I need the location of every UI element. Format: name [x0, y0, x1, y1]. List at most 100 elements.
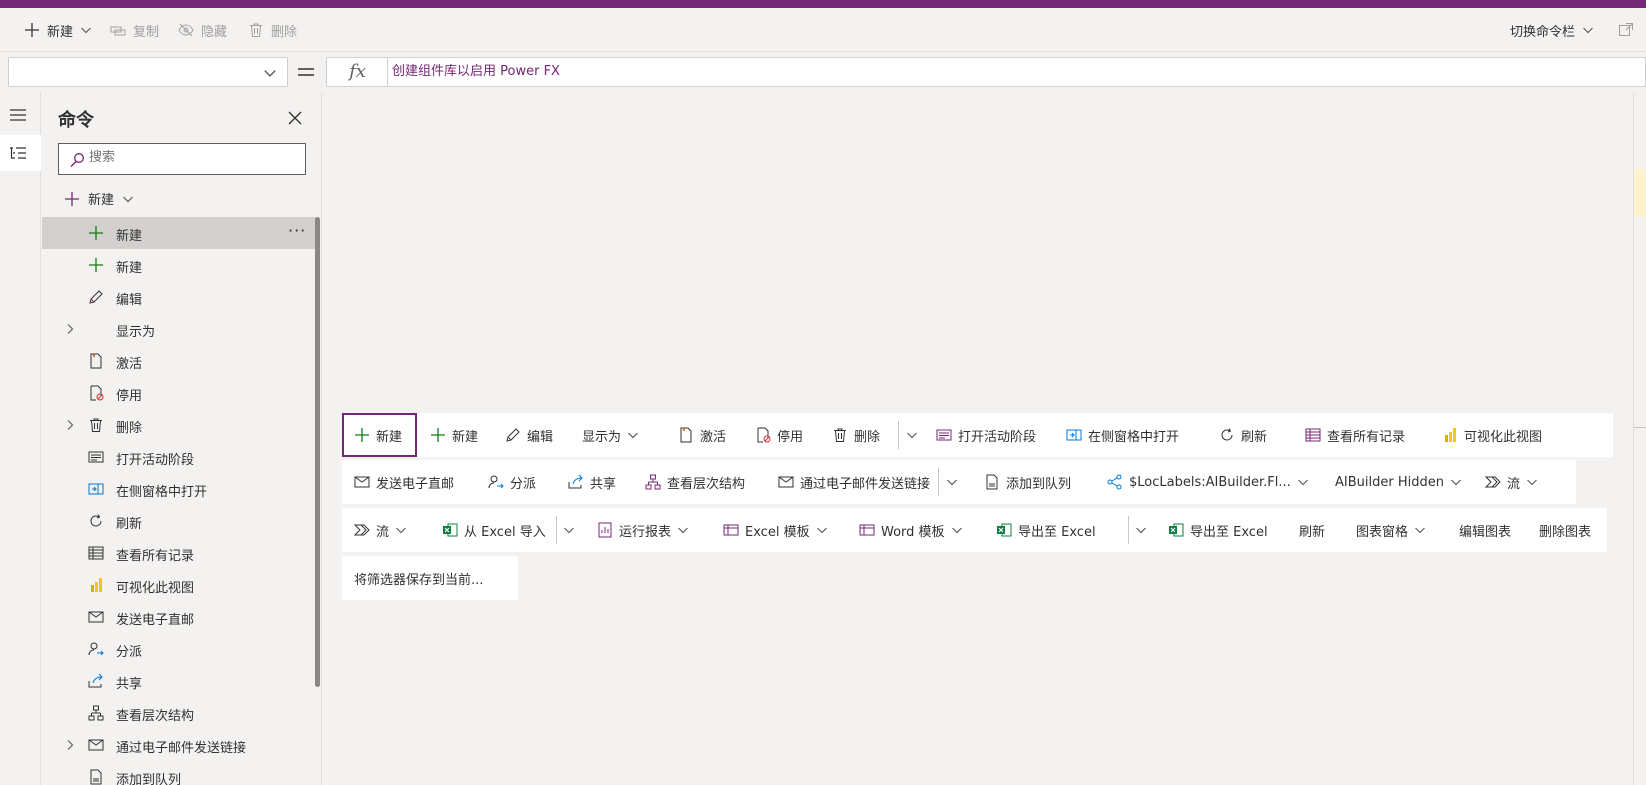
- canvas-delete-button[interactable]: 删除: [832, 413, 880, 457]
- canvas-export-excel-button-2[interactable]: 导出至 Excel: [1168, 508, 1268, 552]
- canvas-view-all-records-button[interactable]: 查看所有记录: [1305, 413, 1405, 457]
- tree-item-email-link[interactable]: 通过电子邮件发送链接: [42, 729, 316, 761]
- canvas-split-chevron[interactable]: [906, 413, 918, 457]
- tree-item-open-side-pane[interactable]: 在侧窗格中打开: [42, 473, 316, 505]
- formula-input[interactable]: 创建组件库以启用 Power FX: [387, 57, 1646, 87]
- tree-item-label: 显示为: [116, 325, 156, 340]
- tree-item-view-all-records[interactable]: 查看所有记录: [42, 537, 316, 569]
- chevron-down-icon: [563, 524, 575, 536]
- canvas-button-label: 查看层次结构: [667, 476, 746, 492]
- canvas-export-excel-button[interactable]: 导出至 Excel: [996, 508, 1096, 552]
- canvas-refresh-button[interactable]: 刷新: [1219, 413, 1267, 457]
- close-icon[interactable]: [288, 111, 302, 125]
- canvas-import-excel-button[interactable]: 从 Excel 导入: [442, 508, 546, 552]
- tree-item-delete[interactable]: 删除: [42, 409, 316, 441]
- switch-command-bar-button[interactable]: 切换命令栏: [1510, 8, 1594, 52]
- search-box[interactable]: [58, 143, 306, 175]
- copy-button[interactable]: 复制: [110, 8, 159, 52]
- tree-item-label: 分派: [116, 645, 143, 660]
- hide-button[interactable]: 隐藏: [178, 8, 227, 52]
- plus-icon: [24, 22, 40, 38]
- canvas-assign-button[interactable]: 分派: [488, 460, 536, 504]
- divider: [1128, 516, 1129, 544]
- canvas-email-link-button[interactable]: 通过电子邮件发送链接: [778, 460, 930, 504]
- tree-item-assign[interactable]: 分派: [42, 633, 316, 665]
- canvas-command-row-4: 将筛选器保存到当前...: [342, 556, 518, 600]
- tree-item-show-as[interactable]: 显示为: [42, 313, 316, 345]
- canvas-flow-button[interactable]: 流: [354, 508, 407, 552]
- tree-item-new[interactable]: 新建: [42, 249, 316, 281]
- copy-icon: [110, 22, 126, 38]
- delete-button[interactable]: 删除: [248, 8, 297, 52]
- search-input[interactable]: [89, 150, 299, 165]
- canvas-view-hierarchy-button[interactable]: 查看层次结构: [645, 460, 745, 504]
- chevron-down-icon: [677, 524, 689, 536]
- canvas-delete-chart-button[interactable]: 删除图表: [1539, 508, 1591, 552]
- hamburger-menu-icon[interactable]: [9, 108, 27, 122]
- aibuilder-icon: [1107, 474, 1123, 490]
- open-external-button[interactable]: [1618, 8, 1634, 52]
- tree-item-add-to-queue[interactable]: 添加到队列: [42, 761, 316, 785]
- powerbi-icon: [1442, 427, 1458, 443]
- chevron-down-icon: [1450, 476, 1462, 488]
- tree-item-visualize-view[interactable]: 可视化此视图: [42, 569, 316, 601]
- canvas-save-filter-button[interactable]: 将筛选器保存到当前...: [354, 556, 483, 600]
- switch-command-bar-label: 切换命令栏: [1510, 24, 1576, 40]
- canvas-show-as-button[interactable]: 显示为: [582, 413, 639, 457]
- left-rail: [0, 93, 41, 785]
- tree-item-open-active-stage[interactable]: 打开活动阶段: [42, 441, 316, 473]
- canvas-chart-pane-button[interactable]: 图表窗格: [1356, 508, 1426, 552]
- tree-item-edit[interactable]: 编辑: [42, 281, 316, 313]
- tree-item-refresh[interactable]: 刷新: [42, 505, 316, 537]
- chevron-right-icon[interactable]: [64, 739, 76, 751]
- divider: [898, 421, 899, 449]
- open-external-icon: [1618, 22, 1634, 38]
- canvas-aibuilder-hidden-button[interactable]: AIBuilder Hidden: [1335, 460, 1462, 504]
- canvas-open-side-pane-button[interactable]: 在侧窗格中打开: [1066, 413, 1179, 457]
- canvas-edit-button[interactable]: 编辑: [505, 413, 553, 457]
- chevron-right-icon[interactable]: [64, 419, 76, 431]
- canvas-share-button[interactable]: 共享: [568, 460, 616, 504]
- canvas-split-chevron[interactable]: [1135, 508, 1147, 552]
- canvas-aibuilder-flow-button[interactable]: $LocLabels:AIBuilder.Fl...: [1107, 460, 1309, 504]
- tree-item-activate[interactable]: 激活: [42, 345, 316, 377]
- mail-link-icon: [778, 474, 794, 490]
- delete-button-label: 删除: [271, 24, 298, 40]
- plus-icon: [354, 427, 370, 443]
- canvas-split-chevron[interactable]: [946, 460, 958, 504]
- tree-item-deactivate[interactable]: 停用: [42, 377, 316, 409]
- commands-tree: 新建 ··· 新建 编辑 显示为 激活 停用 删除 打开活动阶段 在侧窗格中打开…: [42, 217, 316, 785]
- tree-item-view-hierarchy[interactable]: 查看层次结构: [42, 697, 316, 729]
- canvas-flow-button[interactable]: 流: [1485, 460, 1538, 504]
- tree-item-label: 刷新: [116, 517, 143, 532]
- tree-item-share[interactable]: 共享: [42, 665, 316, 697]
- canvas-add-to-queue-button[interactable]: 添加到队列: [984, 460, 1071, 504]
- group-new-header[interactable]: 新建: [64, 189, 134, 208]
- side-pane-icon: [1066, 427, 1082, 443]
- hide-button-label: 隐藏: [201, 24, 228, 40]
- canvas-button-label: 可视化此视图: [1464, 429, 1543, 445]
- canvas-word-template-button[interactable]: Word 模板: [859, 508, 963, 552]
- panel-scrollbar[interactable]: [315, 217, 320, 687]
- canvas-new-button-selected[interactable]: 新建: [342, 413, 417, 457]
- tree-item-new-selected[interactable]: 新建 ···: [42, 217, 316, 249]
- canvas-split-chevron[interactable]: [563, 508, 575, 552]
- canvas-visualize-view-button[interactable]: 可视化此视图: [1442, 413, 1542, 457]
- property-dropdown[interactable]: [8, 57, 288, 87]
- canvas-deactivate-button[interactable]: 停用: [755, 413, 803, 457]
- canvas-send-direct-mail-button[interactable]: 发送电子直邮: [354, 460, 454, 504]
- more-options-icon[interactable]: ···: [288, 221, 306, 240]
- canvas-refresh-button[interactable]: 刷新: [1299, 508, 1325, 552]
- canvas-excel-template-button[interactable]: Excel 模板: [723, 508, 828, 552]
- canvas-run-report-button[interactable]: 运行报表: [597, 508, 689, 552]
- tree-item-send-direct-mail[interactable]: 发送电子直邮: [42, 601, 316, 633]
- canvas-edit-chart-button[interactable]: 编辑图表: [1459, 508, 1511, 552]
- canvas-activate-button[interactable]: 激活: [678, 413, 726, 457]
- divider: [556, 516, 557, 544]
- canvas-button-label: 停用: [777, 429, 804, 445]
- tree-view-button[interactable]: [0, 135, 41, 171]
- chevron-right-icon[interactable]: [64, 323, 76, 335]
- canvas-open-active-stage-button[interactable]: 打开活动阶段: [936, 413, 1036, 457]
- canvas-new-button[interactable]: 新建: [430, 413, 478, 457]
- new-button[interactable]: 新建: [24, 8, 92, 52]
